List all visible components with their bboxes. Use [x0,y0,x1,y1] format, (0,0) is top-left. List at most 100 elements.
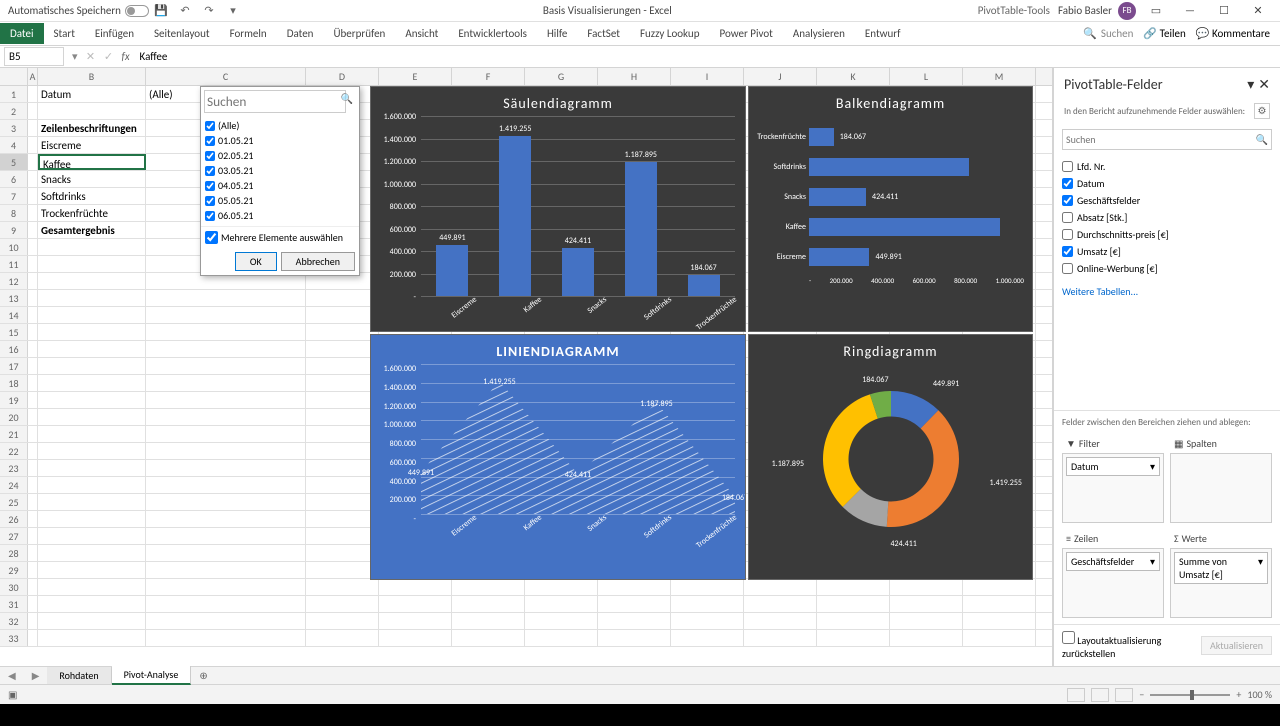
cell[interactable] [38,307,146,323]
row-header[interactable]: 13 [0,290,28,306]
cell[interactable] [38,273,146,289]
column-chart[interactable]: Säulendiagramm 1.600.0001.400.0001.200.0… [370,86,746,332]
row-header[interactable]: 25 [0,494,28,510]
cell[interactable] [146,409,306,425]
cell[interactable] [146,528,306,544]
cell[interactable] [38,103,146,119]
accept-formula-icon[interactable]: ✓ [100,50,118,63]
close-icon[interactable]: ✕ [1244,1,1272,21]
gear-icon[interactable]: ⚙ [1254,103,1270,119]
close-panel-icon[interactable]: ✕ [1258,76,1270,93]
cell[interactable] [38,545,146,561]
tab-start[interactable]: Start [44,23,85,44]
cell[interactable]: Datum [38,86,146,102]
cell[interactable] [146,290,306,306]
col-header-i[interactable]: I [671,68,744,85]
autosave-toggle[interactable]: Automatisches Speichern [8,4,149,17]
share-button[interactable]: 🔗 Teilen [1143,27,1185,40]
cell[interactable] [146,477,306,493]
row-header[interactable]: 19 [0,392,28,408]
sheet-tab-pivot[interactable]: Pivot-Analyse [112,666,192,685]
tab-entwurf[interactable]: Entwurf [855,23,911,44]
tab-datei[interactable]: Datei [0,23,44,44]
row-header[interactable]: 14 [0,307,28,323]
record-macro-icon[interactable]: ▣ [8,688,17,701]
cell[interactable] [146,596,306,612]
ring-chart[interactable]: Ringdiagramm 449.8911.419.255424.4111.18… [748,334,1033,580]
col-header-a[interactable]: A [28,68,38,85]
row-header[interactable]: 16 [0,341,28,357]
filter-multi-select[interactable]: Mehrere Elemente auswählen [201,226,359,248]
row-header[interactable]: 20 [0,409,28,425]
worksheet-area[interactable]: A B C D E F G H I J K L M 1Datum(Alle)▾2… [0,68,1052,666]
filter-search-input[interactable] [204,90,346,113]
row-header[interactable]: 28 [0,545,28,561]
field-item[interactable]: Absatz [Stk.] [1062,209,1272,226]
cell[interactable] [146,613,306,629]
user-name[interactable]: Fabio Basler [1058,4,1112,17]
cell[interactable] [146,562,306,578]
normal-view-icon[interactable] [1067,688,1085,702]
row-header[interactable]: 11 [0,256,28,272]
tab-powerpivot[interactable]: Power Pivot [709,23,782,44]
cell[interactable] [38,460,146,476]
cell[interactable] [146,460,306,476]
values-area[interactable]: Summe von Umsatz [€]▾ [1170,548,1272,618]
select-all-corner[interactable] [0,68,28,85]
pivot-layout-dropdown-icon[interactable]: ▾ [1247,76,1254,93]
cell[interactable]: Snacks [38,171,146,187]
cell[interactable] [146,630,306,646]
field-item[interactable]: Durchschnitts-preis [€] [1062,226,1272,243]
row-header[interactable]: 3 [0,120,28,136]
undo-icon[interactable]: ↶ [177,3,193,19]
cell[interactable]: Gesamtergebnis [38,222,146,238]
cell[interactable] [38,494,146,510]
zoom-slider[interactable] [1150,694,1230,696]
row-header[interactable]: 30 [0,579,28,595]
filter-item[interactable]: 03.05.21 [205,163,355,178]
tab-factset[interactable]: FactSet [577,23,630,44]
cell[interactable] [146,324,306,340]
cell[interactable] [38,511,146,527]
col-header-l[interactable]: L [890,68,963,85]
row-header[interactable]: 12 [0,273,28,289]
field-list[interactable]: Lfd. Nr.DatumGeschäftsfelderAbsatz [Stk.… [1054,154,1280,281]
row-header[interactable]: 31 [0,596,28,612]
row-header[interactable]: 18 [0,375,28,391]
col-header-k[interactable]: K [817,68,890,85]
cell[interactable] [146,341,306,357]
cell[interactable] [146,358,306,374]
fx-icon[interactable]: fx [118,50,134,63]
cell[interactable] [38,613,146,629]
cell[interactable] [146,545,306,561]
cell[interactable] [146,426,306,442]
line-chart[interactable]: LINIENDIAGRAMM 1.600.0001.400.0001.200.0… [370,334,746,580]
filter-item[interactable]: 04.05.21 [205,178,355,193]
minimize-icon[interactable]: — [1176,1,1204,21]
cell[interactable] [38,358,146,374]
comments-button[interactable]: 💬 Kommentare [1196,27,1270,40]
tell-me-search[interactable]: 🔍 Suchen [1083,27,1133,40]
filter-item-all[interactable]: (Alle) [205,118,355,133]
cell[interactable] [146,443,306,459]
field-item[interactable]: Umsatz [€] [1062,243,1272,260]
col-header-f[interactable]: F [452,68,525,85]
col-header-h[interactable]: H [598,68,671,85]
row-header[interactable]: 10 [0,239,28,255]
zoom-out-icon[interactable]: − [1139,688,1144,701]
save-icon[interactable]: 💾 [153,3,169,19]
row-header[interactable]: 27 [0,528,28,544]
cell[interactable] [38,630,146,646]
tab-einfuegen[interactable]: Einfügen [85,23,144,44]
tab-formeln[interactable]: Formeln [220,23,277,44]
cell[interactable] [146,375,306,391]
row-header[interactable]: 29 [0,562,28,578]
row-header[interactable]: 21 [0,426,28,442]
cell[interactable] [38,477,146,493]
cell[interactable] [38,324,146,340]
cell[interactable]: Trockenfrüchte [38,205,146,221]
filter-item[interactable]: 05.05.21 [205,193,355,208]
more-tables-link[interactable]: Weitere Tabellen... [1054,281,1280,302]
zoom-level[interactable]: 100 % [1247,688,1272,701]
area-item-datum[interactable]: Datum▾ [1066,457,1160,476]
